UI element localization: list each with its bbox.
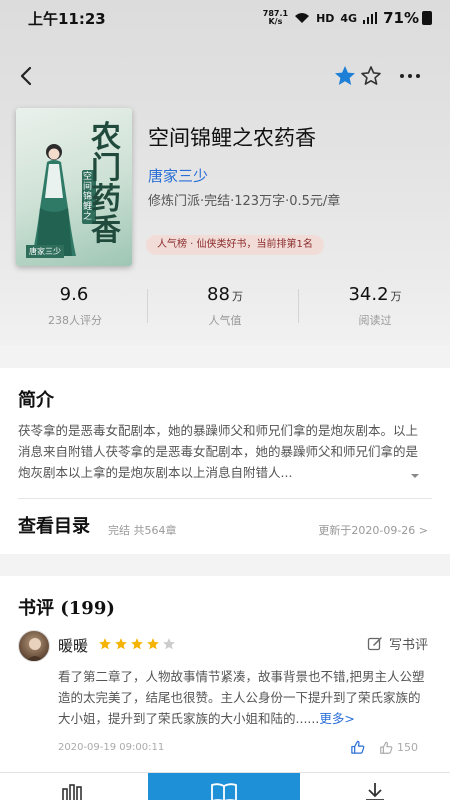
star-empty-icon bbox=[163, 638, 175, 650]
book-author-link[interactable]: 唐家三少 bbox=[148, 165, 208, 186]
caret-down-icon[interactable] bbox=[410, 472, 420, 480]
book-meta: 修炼门派·完结·123万字·0.5元/章 bbox=[148, 194, 341, 209]
back-button[interactable] bbox=[12, 62, 40, 90]
star-filled-icon[interactable] bbox=[333, 64, 357, 88]
avatar-image bbox=[26, 638, 44, 661]
like-count-button[interactable]: 150 bbox=[379, 741, 418, 755]
star-outline-icon[interactable] bbox=[359, 64, 383, 88]
intro-text[interactable]: 茯苓拿的是恶毒女配剧本，她的暴躁师父和师兄们拿的是炮灰剧本。以上消息来自附错人茯… bbox=[18, 420, 418, 483]
bookshelf-button[interactable] bbox=[0, 773, 148, 800]
review-section: 书评 (199) 暖暖 写书评 看了第二章了，人物故事情节紧凑，故事背景也不错,… bbox=[0, 576, 450, 800]
avatar[interactable] bbox=[18, 630, 50, 662]
stat-label: 阅读过 bbox=[358, 314, 392, 327]
status-bar: 上午11:23 787.1 K/s HD 4G 71% bbox=[0, 0, 450, 36]
stat-rating: 9.6 238人评分 bbox=[0, 284, 150, 330]
star-filled-icon bbox=[115, 638, 127, 650]
write-review-label: 写书评 bbox=[388, 638, 428, 653]
status-time: 上午11:23 bbox=[28, 9, 106, 28]
reviewer-name[interactable]: 暖暖 bbox=[58, 635, 88, 656]
thumbs-up-outline-icon bbox=[380, 741, 393, 754]
review-date: 2020-09-19 09:00:11 bbox=[58, 742, 165, 753]
stat-divider bbox=[147, 289, 148, 323]
cover-illustration bbox=[32, 144, 76, 256]
hd-label: HD bbox=[316, 11, 335, 25]
more-dots-icon[interactable] bbox=[396, 64, 424, 88]
toc-row[interactable]: 查看目录 完结 共564章 更新于2020-09-26 > bbox=[0, 499, 450, 551]
network-type-label: 4G bbox=[340, 11, 358, 25]
like-button[interactable] bbox=[350, 740, 365, 755]
open-book-icon bbox=[211, 783, 237, 800]
bookshelf-icon bbox=[62, 784, 82, 800]
stat-readers: 34.2 万 阅读过 bbox=[300, 284, 450, 330]
stat-label: 238人评分 bbox=[48, 314, 102, 327]
book-stats: 9.6 238人评分 88 万 人气值 34.2 万 阅读过 bbox=[0, 284, 450, 330]
like-count: 150 bbox=[397, 741, 418, 754]
battery-icon bbox=[422, 11, 432, 25]
rank-badge[interactable]: 人气榜 · 仙侠类好书，当前排第1名 bbox=[146, 235, 324, 255]
book-cover[interactable]: 空间锦鲤之 农门药香 唐家三少 bbox=[16, 108, 132, 266]
toc-title: 查看目录 bbox=[18, 516, 90, 537]
stat-divider bbox=[298, 289, 299, 323]
book-title: 空间锦鲤之农药香 bbox=[148, 126, 316, 150]
toc-updated: 更新于2020-09-26 > bbox=[318, 524, 428, 537]
stat-unit: 万 bbox=[231, 290, 243, 303]
star-filled-icon bbox=[99, 638, 111, 650]
download-icon bbox=[366, 783, 384, 800]
star-filled-icon bbox=[131, 638, 143, 650]
stat-popularity: 88 万 人气值 bbox=[150, 284, 300, 330]
star-filled-icon bbox=[147, 638, 159, 650]
stat-value: 34.2 bbox=[348, 284, 389, 305]
review-text[interactable]: 看了第二章了，人物故事情节紧凑，故事背景也不错,把男主人公塑造的太完美了，结尾也… bbox=[58, 666, 430, 729]
stat-unit: 万 bbox=[390, 290, 402, 303]
intro-section: 简介 茯苓拿的是恶毒女配剧本，她的暴躁师父和师兄们拿的是炮灰剧本。以上消息来自附… bbox=[0, 368, 450, 554]
toc-status: 完结 共564章 bbox=[108, 524, 177, 537]
stat-value: 88 bbox=[207, 284, 230, 305]
review-title: 书评 (199) bbox=[18, 598, 115, 619]
read-button[interactable] bbox=[148, 773, 300, 800]
review-actions: 150 bbox=[350, 740, 418, 755]
status-indicators: 787.1 K/s HD 4G 71% bbox=[263, 9, 432, 27]
cover-author: 唐家三少 bbox=[26, 245, 64, 258]
network-speed: 787.1 K/s bbox=[262, 9, 289, 26]
wifi-icon bbox=[295, 13, 310, 23]
stat-label: 人气值 bbox=[208, 314, 242, 327]
bottom-action-bar bbox=[0, 772, 450, 800]
review-rating bbox=[98, 637, 176, 651]
signal-icon bbox=[363, 12, 378, 24]
chevron-left-icon bbox=[20, 66, 32, 86]
cover-title: 农门药香 bbox=[91, 120, 121, 248]
edit-icon bbox=[367, 636, 382, 650]
intro-title: 简介 bbox=[18, 390, 54, 411]
battery-status: 71% bbox=[383, 9, 432, 27]
download-button[interactable] bbox=[300, 773, 450, 800]
thumbs-up-icon bbox=[351, 740, 365, 754]
stat-value: 9.6 bbox=[59, 284, 89, 305]
nav-bar bbox=[0, 56, 450, 96]
write-review-button[interactable]: 写书评 bbox=[367, 634, 428, 653]
more-link[interactable]: 更多> bbox=[319, 711, 354, 726]
